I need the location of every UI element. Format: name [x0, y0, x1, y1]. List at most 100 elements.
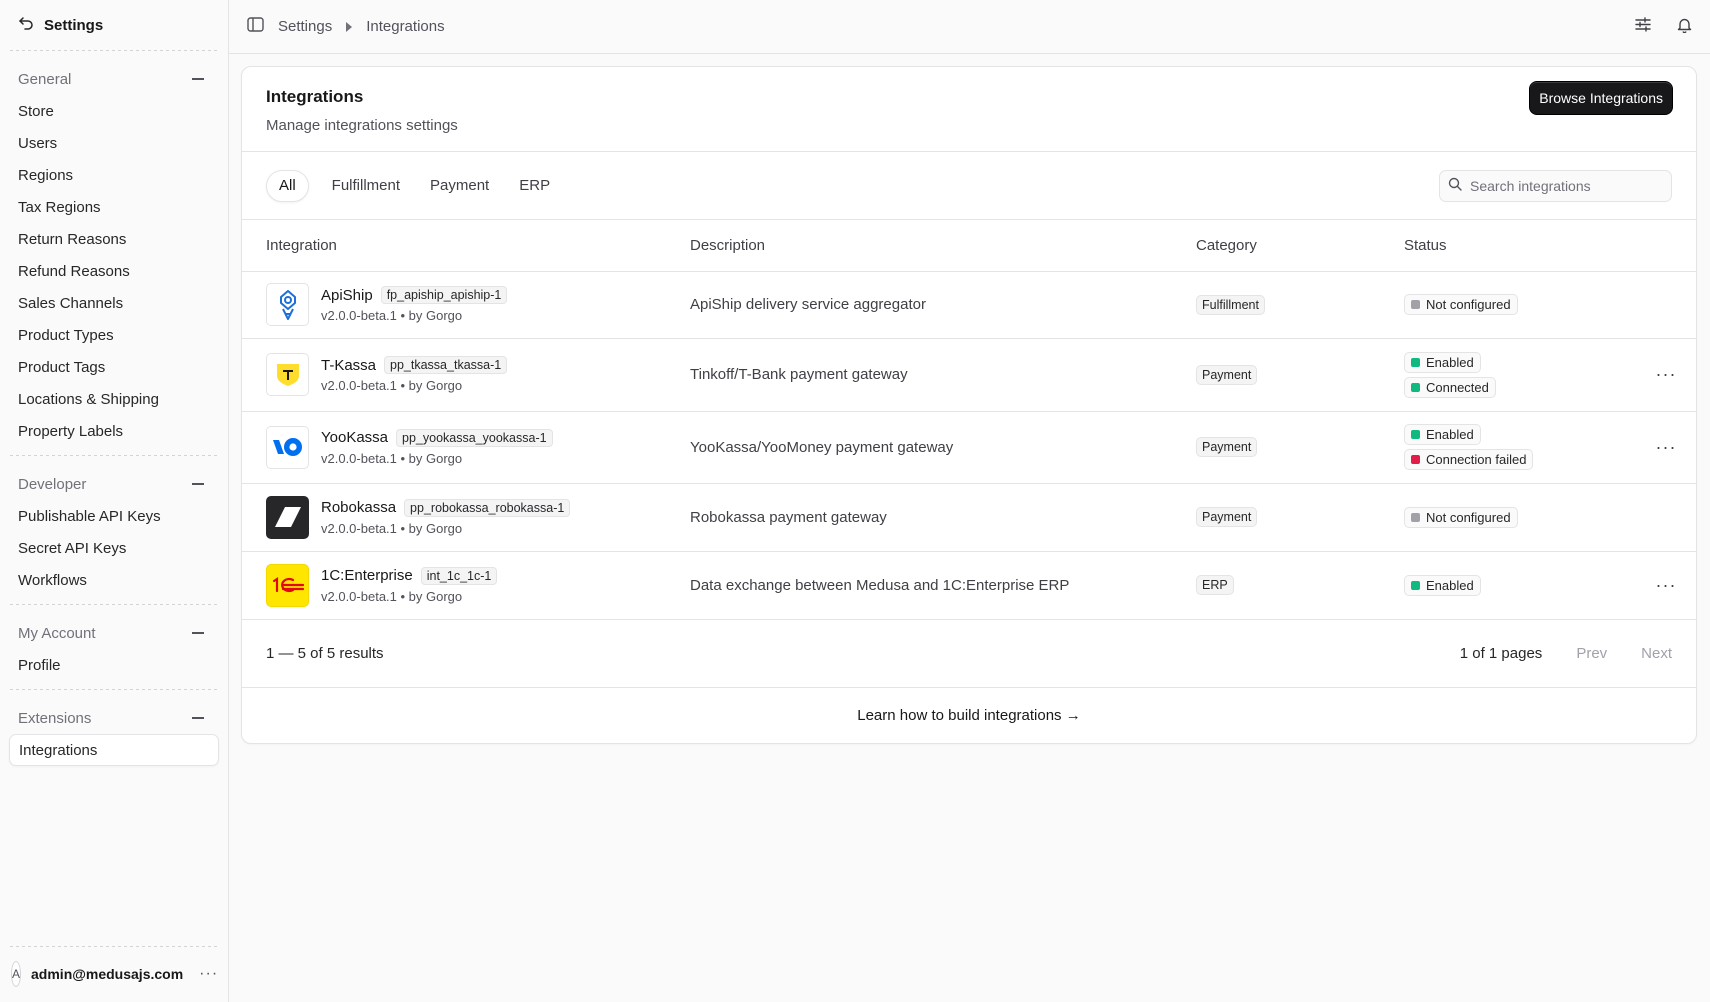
- integration-meta: v2.0.0-beta.1 • by Gorgo: [321, 450, 463, 466]
- sidebar-item-refund-reasons[interactable]: Refund Reasons: [0, 255, 228, 287]
- description-cell: Tinkoff/T-Bank payment gateway: [690, 338, 1196, 412]
- status-badge: Enabled: [1404, 574, 1481, 596]
- sidebar-item-return-reasons[interactable]: Return Reasons: [0, 223, 228, 255]
- integration-id-badge: pp_yookassa_yookassa-1: [396, 428, 553, 447]
- table-row[interactable]: YooKassa pp_yookassa_yookassa-1 v2.0.0-b…: [242, 411, 1696, 484]
- filter-bar: All Fulfillment Payment ERP: [242, 152, 1696, 220]
- category-badge: Payment: [1196, 507, 1258, 527]
- tab-erp[interactable]: ERP: [508, 170, 561, 202]
- robokassa-logo: [266, 495, 309, 539]
- more-horizontal-icon[interactable]: ···: [1636, 551, 1696, 620]
- collapse-icon: [192, 717, 204, 719]
- sidebar-item-property-labels[interactable]: Property Labels: [0, 415, 228, 447]
- more-horizontal-icon[interactable]: ···: [199, 965, 218, 983]
- learn-integrations-link[interactable]: Learn how to build integrations →: [242, 688, 1696, 744]
- breadcrumb-integrations: Integrations: [366, 18, 445, 35]
- card-header: Integrations Manage integrations setting…: [242, 67, 1696, 152]
- sidebar-group-toggle[interactable]: Developer: [0, 468, 228, 500]
- status-badge: Connection failed: [1404, 449, 1534, 470]
- tkassa-logo: [266, 353, 309, 396]
- sidebar-item-sales-channels[interactable]: Sales Channels: [0, 287, 228, 319]
- user-email: admin@medusajs.com: [31, 966, 184, 982]
- status-label: Enabled: [1426, 354, 1474, 370]
- integrations-table: Integration Description Category Status: [242, 220, 1696, 620]
- divider: [10, 946, 218, 947]
- status-label: Enabled: [1426, 577, 1474, 593]
- prev-button[interactable]: Prev: [1576, 645, 1607, 662]
- user-menu[interactable]: A admin@medusajs.com ···: [0, 946, 228, 1002]
- integration-meta: v2.0.0-beta.1 • by Gorgo: [321, 520, 463, 536]
- table-row[interactable]: T-Kassa pp_tkassa_tkassa-1 v2.0.0-beta.1…: [242, 338, 1696, 412]
- sliders-icon[interactable]: [1635, 17, 1651, 36]
- sidebar-item-regions[interactable]: Regions: [0, 159, 228, 191]
- results-count: 1 — 5 of 5 results: [266, 644, 384, 662]
- bell-icon[interactable]: [1677, 17, 1692, 37]
- browse-integrations-button[interactable]: Browse Integrations: [1530, 82, 1672, 114]
- status-dot-icon: [1411, 382, 1420, 392]
- sidebar-item-product-tags[interactable]: Product Tags: [0, 351, 228, 383]
- integration-name: YooKassa: [321, 429, 389, 446]
- tab-payment[interactable]: Payment: [419, 170, 500, 202]
- column-header-status: Status: [1404, 220, 1636, 272]
- search-input[interactable]: [1470, 177, 1660, 194]
- sidebar-item-tax-regions[interactable]: Tax Regions: [0, 191, 228, 223]
- integrations-card: Integrations Manage integrations setting…: [241, 66, 1697, 744]
- sidebar-item-store[interactable]: Store: [0, 95, 228, 127]
- sidebar-group-toggle[interactable]: General: [0, 63, 228, 95]
- table-row[interactable]: ApiShip fp_apiship_apiship-1 v2.0.0-beta…: [242, 271, 1696, 339]
- tab-all[interactable]: All: [266, 169, 309, 202]
- tab-fulfillment[interactable]: Fulfillment: [321, 170, 411, 202]
- category-cell: Payment: [1196, 411, 1404, 484]
- integration-meta: v2.0.0-beta.1 • by Gorgo: [321, 378, 463, 393]
- sidebar-item-profile[interactable]: Profile: [0, 649, 228, 681]
- status-dot-icon: [1411, 430, 1420, 439]
- category-badge: ERP: [1196, 575, 1234, 595]
- collapse-icon: [192, 78, 204, 80]
- sidebar-item-product-types[interactable]: Product Types: [0, 319, 228, 351]
- sidebar-group-toggle[interactable]: My Account: [0, 617, 228, 649]
- category-badge: Fulfillment: [1196, 294, 1265, 315]
- sidebar-item-users[interactable]: Users: [0, 127, 228, 159]
- more-horizontal-icon[interactable]: ···: [1636, 338, 1696, 412]
- apiship-logo: [266, 283, 309, 326]
- breadcrumb-settings[interactable]: Settings: [278, 18, 332, 35]
- search-box: [1439, 169, 1672, 202]
- category-cell: Payment: [1196, 338, 1404, 412]
- sidebar-item-integrations[interactable]: Integrations: [9, 734, 219, 766]
- description-cell: YooKassa/YooMoney payment gateway: [690, 411, 1196, 484]
- avatar: A: [11, 961, 22, 987]
- row-actions-cell: [1636, 483, 1696, 552]
- group-label: General: [18, 70, 72, 88]
- back-arrow-icon[interactable]: [18, 15, 34, 35]
- table-row[interactable]: 1C:Enterprise int_1c_1c-1 v2.0.0-beta.1 …: [242, 551, 1696, 620]
- breadcrumb: Settings Integrations: [247, 17, 445, 36]
- integration-name: ApiShip: [321, 286, 373, 304]
- more-horizontal-icon[interactable]: ···: [1636, 411, 1696, 484]
- status-dot-icon: [1411, 512, 1420, 522]
- row-actions-cell: [1636, 271, 1696, 339]
- integration-id-badge: int_1c_1c-1: [420, 566, 498, 585]
- column-header-category: Category: [1196, 220, 1404, 272]
- integration-id-badge: pp_tkassa_tkassa-1: [384, 356, 508, 374]
- table-row[interactable]: Robokassa pp_robokassa_robokassa-1 v2.0.…: [242, 483, 1696, 552]
- integration-meta: v2.0.0-beta.1 • by Gorgo: [321, 308, 463, 323]
- sidebar-item-workflows[interactable]: Workflows: [0, 564, 228, 596]
- pagination: 1 — 5 of 5 results 1 of 1 pages Prev Nex…: [242, 620, 1696, 688]
- status-badge: Enabled: [1404, 424, 1481, 445]
- sidebar-toggle-icon[interactable]: [247, 17, 264, 36]
- sidebar-group-general: General Store Users Regions Tax Regions …: [0, 51, 228, 455]
- sidebar-item-secret-api-keys[interactable]: Secret API Keys: [0, 532, 228, 564]
- page-indicator: 1 of 1 pages: [1459, 644, 1543, 662]
- status-label: Connected: [1426, 379, 1489, 395]
- yookassa-logo: [266, 425, 309, 469]
- topbar: Settings Integrations: [229, 0, 1710, 54]
- status-dot-icon: [1411, 300, 1420, 309]
- status-label: Not configured: [1426, 509, 1511, 525]
- sidebar-item-publishable-api-keys[interactable]: Publishable API Keys: [0, 500, 228, 532]
- sidebar-header[interactable]: Settings: [0, 0, 228, 50]
- sidebar-item-locations-shipping[interactable]: Locations & Shipping: [0, 383, 228, 415]
- integration-cell: ApiShip fp_apiship_apiship-1 v2.0.0-beta…: [242, 271, 690, 339]
- next-button[interactable]: Next: [1641, 645, 1672, 662]
- status-cell: Enabled: [1404, 551, 1636, 620]
- sidebar-group-toggle[interactable]: Extensions: [0, 702, 228, 734]
